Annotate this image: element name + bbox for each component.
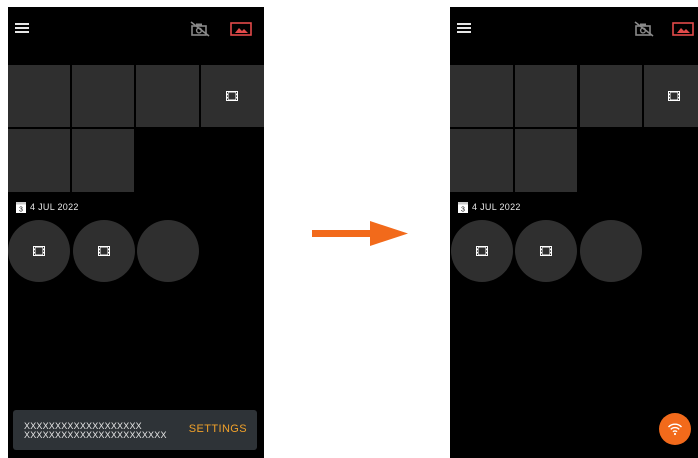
hamburger-menu-icon[interactable]: [457, 23, 471, 35]
snackbar-line-2: XXXXXXXXXXXXXXXXXXXXXXX: [24, 430, 167, 440]
wifi-icon: [667, 423, 683, 436]
snackbar-message: XXXXXXXXXXXXXXXXXXX XXXXXXXXXXXXXXXXXXXX…: [24, 422, 167, 440]
hamburger-menu-icon[interactable]: [15, 23, 29, 35]
screen-before: 3 4 JUL 2022 XXXXXXXXXXXXXXXXXXX XXXXXXX…: [8, 7, 264, 458]
video-tile[interactable]: [201, 65, 264, 127]
media-tile[interactable]: [450, 129, 513, 192]
photo-thumbnail[interactable]: [580, 220, 642, 282]
calendar-day: 3: [461, 207, 465, 214]
media-tile[interactable]: [515, 65, 577, 127]
media-tile[interactable]: [8, 65, 70, 127]
snackbar: XXXXXXXXXXXXXXXXXXX XXXXXXXXXXXXXXXXXXXX…: [13, 410, 257, 450]
calendar-icon: 3: [16, 202, 26, 214]
screen-after: 3 4 JUL 2022: [450, 7, 698, 458]
settings-button[interactable]: SETTINGS: [189, 423, 247, 435]
film-icon: [540, 246, 552, 256]
video-tile[interactable]: [644, 65, 698, 127]
film-icon: [226, 91, 238, 101]
gallery-icon[interactable]: [230, 21, 252, 37]
media-tile[interactable]: [515, 129, 577, 192]
photo-thumbnail[interactable]: [137, 220, 199, 282]
video-thumbnail[interactable]: [73, 220, 135, 282]
media-tile[interactable]: [136, 65, 199, 127]
media-tile[interactable]: [450, 65, 513, 127]
date-header: 3 4 JUL 2022: [458, 200, 521, 214]
arrow-right-icon: [312, 221, 408, 246]
no-camera-icon[interactable]: [190, 21, 210, 37]
date-label: 4 JUL 2022: [472, 202, 521, 212]
media-tile[interactable]: [580, 65, 642, 127]
date-label: 4 JUL 2022: [30, 202, 79, 212]
video-thumbnail[interactable]: [451, 220, 513, 282]
calendar-day: 3: [19, 207, 23, 214]
video-thumbnail[interactable]: [8, 220, 70, 282]
wifi-connect-button[interactable]: [659, 413, 691, 445]
calendar-icon: 3: [458, 202, 468, 214]
no-camera-icon[interactable]: [634, 21, 654, 37]
film-icon: [668, 91, 680, 101]
media-tile[interactable]: [72, 65, 134, 127]
film-icon: [33, 246, 45, 256]
film-icon: [98, 246, 110, 256]
date-header: 3 4 JUL 2022: [16, 200, 79, 214]
gallery-icon[interactable]: [672, 21, 694, 37]
film-icon: [476, 246, 488, 256]
media-tile[interactable]: [72, 129, 134, 192]
video-thumbnail[interactable]: [515, 220, 577, 282]
media-tile[interactable]: [8, 129, 70, 192]
